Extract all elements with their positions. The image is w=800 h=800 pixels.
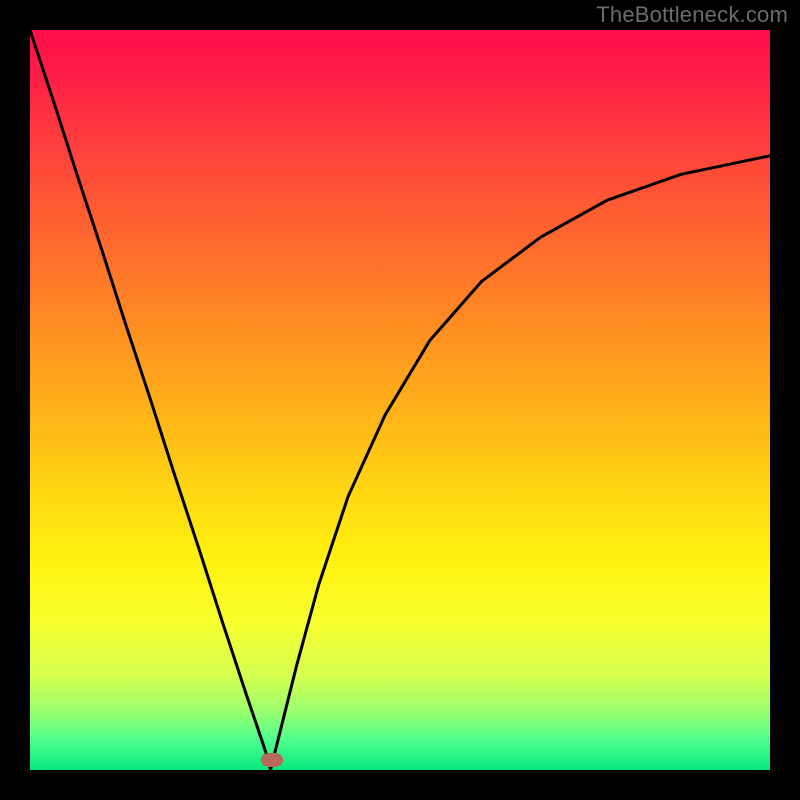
plot-area: [30, 30, 770, 770]
optimum-marker: [261, 753, 283, 767]
bottleneck-curve: [30, 30, 770, 770]
chart-frame: TheBottleneck.com: [0, 0, 800, 800]
watermark-text: TheBottleneck.com: [596, 2, 788, 28]
